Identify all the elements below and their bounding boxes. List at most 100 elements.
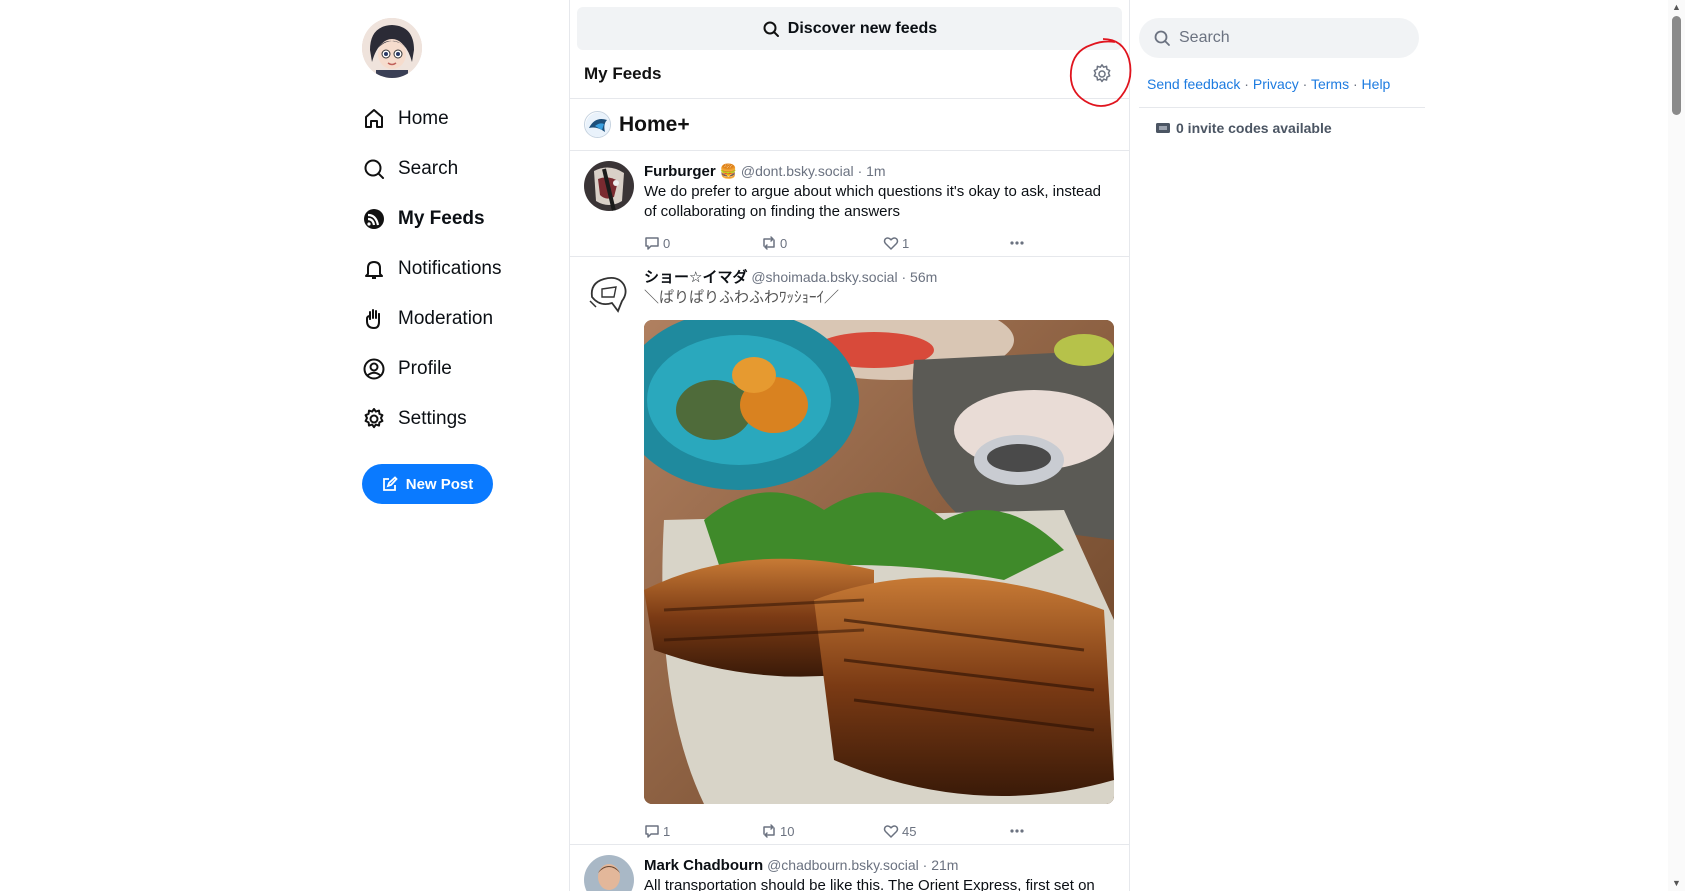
- reply-button[interactable]: 0: [644, 235, 761, 251]
- heart-icon: [883, 825, 899, 838]
- scrollbar-thumb[interactable]: [1672, 16, 1681, 115]
- send-feedback-link[interactable]: Send feedback: [1147, 76, 1240, 92]
- post-meta: ショー☆イマダ @shoimada.bsky.social · 56m: [644, 267, 1115, 288]
- bell-icon: [365, 261, 383, 279]
- my-feeds-header: My Feeds: [570, 38, 1132, 107]
- reply-count: 1: [663, 823, 671, 839]
- nav-home-label: Home: [398, 108, 449, 129]
- repost-button[interactable]: 10: [761, 823, 883, 839]
- reply-button[interactable]: 1: [644, 823, 761, 839]
- post-time[interactable]: 1m: [866, 163, 885, 179]
- reply-icon: [645, 237, 659, 250]
- repost-icon: [763, 236, 775, 250]
- post-item[interactable]: ショー☆イマダ @shoimada.bsky.social · 56m ＼ぱりぱ…: [570, 257, 1129, 845]
- new-post-label: New Post: [405, 475, 474, 493]
- footer-links: Send feedback · Privacy · Terms · Help: [1139, 76, 1425, 108]
- repost-button[interactable]: 0: [761, 235, 883, 251]
- feed-logo: [584, 111, 611, 138]
- feeds-settings-button[interactable]: [1069, 38, 1132, 107]
- post-handle[interactable]: @dont.bsky.social: [741, 163, 854, 179]
- avatar[interactable]: [584, 161, 634, 211]
- nav-profile-label: Profile: [398, 358, 452, 379]
- left-nav: Home Search My Feeds Notifications Moder…: [362, 18, 562, 504]
- feed-row-home-plus[interactable]: Home+: [570, 99, 1129, 151]
- author-emoji: 🍔: [719, 163, 737, 179]
- scroll-up-arrow-icon[interactable]: ▲: [1671, 2, 1682, 13]
- nav-moderation[interactable]: Moderation: [362, 294, 562, 344]
- nav-home[interactable]: Home: [362, 94, 562, 144]
- compose-icon: [382, 476, 398, 491]
- post-author[interactable]: Furburger: [644, 163, 716, 180]
- search-icon: [364, 159, 384, 179]
- terms-link[interactable]: Terms: [1311, 76, 1349, 92]
- repost-count: 10: [780, 823, 795, 839]
- page-scrollbar[interactable]: ▲ ▼: [1668, 0, 1685, 891]
- like-button[interactable]: 1: [883, 235, 1009, 251]
- post-author[interactable]: ショー☆イマダ: [644, 269, 747, 286]
- post-body: Furburger 🍔 @dont.bsky.social · 1m We do…: [644, 161, 1115, 256]
- post-meta: Mark Chadbourn @chadbourn.bsky.social · …: [644, 855, 1115, 876]
- search-icon: [1154, 30, 1170, 46]
- post-item[interactable]: Mark Chadbourn @chadbourn.bsky.social · …: [570, 845, 1129, 891]
- like-count: 45: [902, 823, 917, 839]
- main-column: Discover new feeds My Feeds Home+ Furbur…: [569, 0, 1132, 891]
- right-sidebar: Send feedback · Privacy · Terms · Help 0…: [1139, 18, 1425, 136]
- post-image[interactable]: [644, 320, 1114, 804]
- post-time[interactable]: 56m: [910, 269, 937, 285]
- post-actions: 1 10 45: [644, 810, 1115, 848]
- more-icon: [1010, 241, 1024, 245]
- user-circle-icon: [363, 358, 385, 380]
- ticket-icon: [1156, 123, 1170, 133]
- feeds-icon: [364, 209, 384, 229]
- nav-notifications[interactable]: Notifications: [362, 244, 562, 294]
- post-time[interactable]: 21m: [931, 857, 958, 873]
- hand-icon: [366, 309, 380, 329]
- like-button[interactable]: 45: [883, 823, 1009, 839]
- scroll-down-arrow-icon[interactable]: ▼: [1671, 878, 1682, 889]
- nav-settings-label: Settings: [398, 408, 467, 429]
- privacy-link[interactable]: Privacy: [1253, 76, 1299, 92]
- nav-search-label: Search: [398, 158, 459, 179]
- post-handle[interactable]: @chadbourn.bsky.social: [767, 857, 919, 873]
- more-icon: [1010, 829, 1024, 833]
- post-actions: 0 0 1: [644, 222, 1115, 260]
- nav-moderation-label: Moderation: [398, 308, 494, 329]
- meta-separator: ·: [901, 269, 907, 285]
- invite-codes[interactable]: 0 invite codes available: [1139, 120, 1425, 136]
- gear-icon: [1093, 64, 1111, 83]
- more-button[interactable]: [1009, 823, 1028, 839]
- invite-codes-label: 0 invite codes available: [1176, 120, 1332, 136]
- page-title: My Feeds: [584, 64, 662, 83]
- reply-icon: [645, 825, 659, 838]
- nav-settings[interactable]: Settings: [362, 394, 562, 444]
- post-item[interactable]: Furburger 🍔 @dont.bsky.social · 1m We do…: [570, 151, 1129, 257]
- nav-my-feeds[interactable]: My Feeds: [362, 194, 562, 244]
- post-body: Mark Chadbourn @chadbourn.bsky.social · …: [644, 855, 1115, 891]
- search-bar[interactable]: [1139, 18, 1419, 58]
- heart-icon: [883, 237, 899, 250]
- nav-profile[interactable]: Profile: [362, 344, 562, 394]
- new-post-button[interactable]: New Post: [362, 464, 493, 504]
- gear-icon: [364, 408, 384, 429]
- discover-feeds-label: Discover new feeds: [787, 19, 938, 37]
- help-link[interactable]: Help: [1362, 76, 1391, 92]
- user-avatar[interactable]: [362, 18, 422, 78]
- search-input[interactable]: [1179, 29, 1379, 47]
- avatar[interactable]: [584, 855, 634, 891]
- repost-icon: [763, 824, 775, 838]
- reply-count: 0: [663, 235, 671, 251]
- avatar[interactable]: [584, 267, 634, 317]
- more-button[interactable]: [1009, 235, 1028, 251]
- repost-count: 0: [780, 235, 788, 251]
- link-separator: ·: [1352, 76, 1358, 92]
- home-icon: [365, 109, 383, 128]
- post-author[interactable]: Mark Chadbourn: [644, 857, 763, 874]
- post-text: We do prefer to argue about which questi…: [644, 183, 1102, 220]
- link-separator: ·: [1302, 76, 1308, 92]
- meta-separator: ·: [922, 857, 928, 873]
- post-handle[interactable]: @shoimada.bsky.social: [751, 269, 897, 285]
- discover-feeds-button[interactable]: Discover new feeds: [577, 7, 1122, 50]
- feed-name: Home+: [619, 112, 690, 136]
- post-meta: Furburger 🍔 @dont.bsky.social · 1m: [644, 161, 1115, 182]
- nav-search[interactable]: Search: [362, 144, 562, 194]
